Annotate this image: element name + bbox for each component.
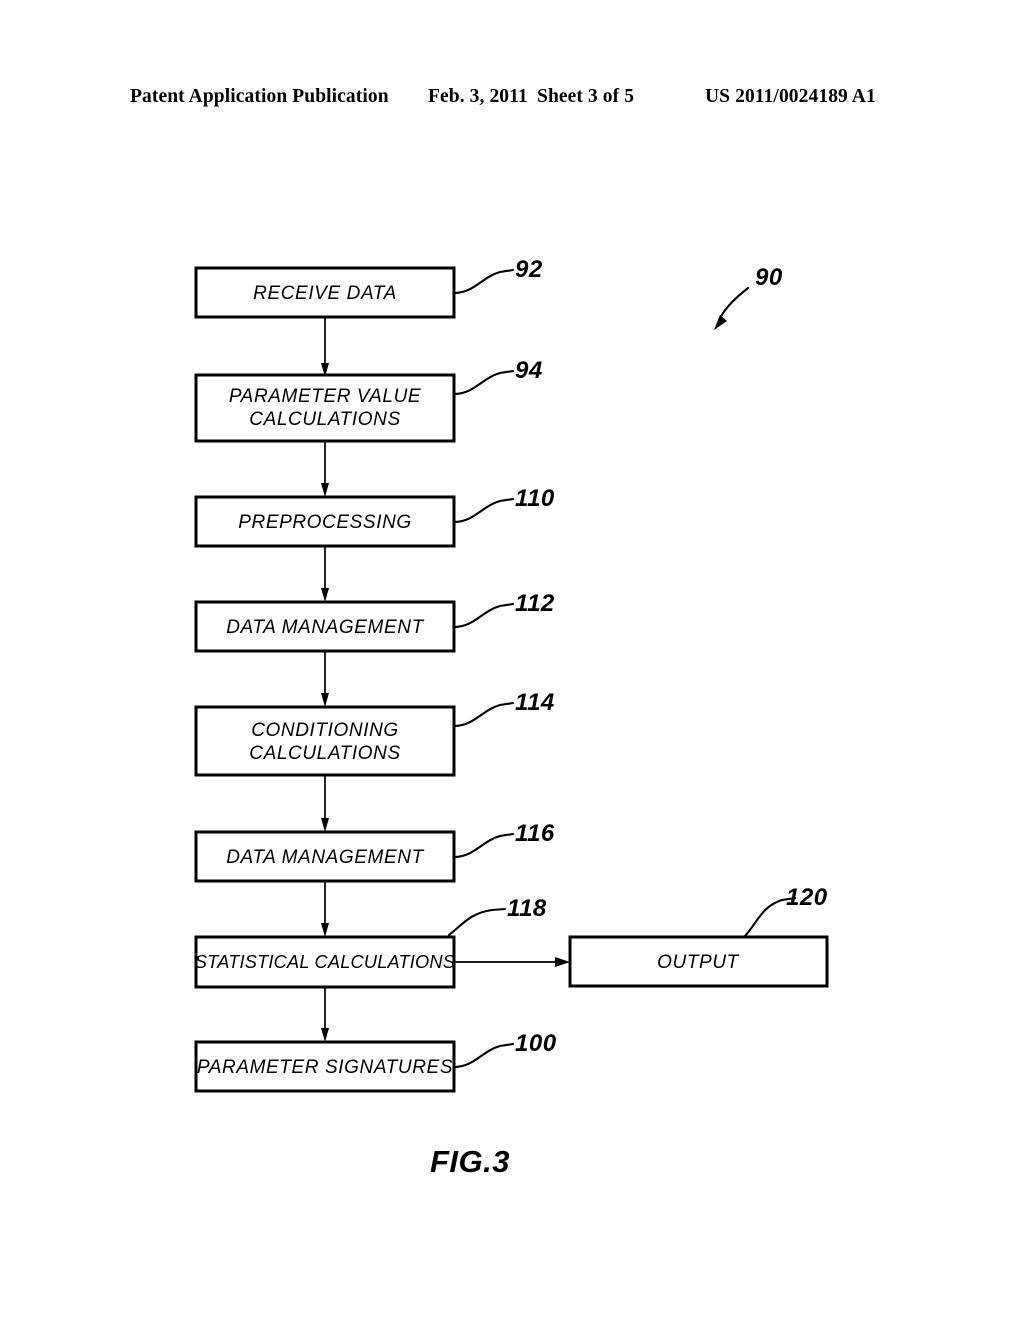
leader-dash-110 [498, 497, 515, 503]
node-preprocessing: PREPROCESSING 110 [194, 485, 555, 548]
arrowhead-signatures [321, 1028, 329, 1042]
figure-caption: FIG.3 [430, 1144, 510, 1179]
leader-line-100 [452, 1044, 502, 1069]
node-label: STATISTICAL CALCULATIONS [195, 952, 455, 972]
reference-numeral-112: 112 [515, 590, 555, 617]
leader-dash-112 [498, 602, 515, 608]
leader-line-116 [452, 834, 502, 859]
leader-line-118 [447, 908, 494, 937]
reference-numeral-110: 110 [515, 485, 555, 512]
leader-dash-116 [498, 832, 515, 838]
leader-line-114 [452, 703, 502, 728]
leader-dash-94 [498, 369, 515, 375]
reference-numeral-100: 100 [515, 1030, 557, 1057]
reference-numeral-114: 114 [515, 689, 555, 716]
leader-line-112 [452, 604, 502, 629]
node-label-line2: CALCULATIONS [249, 409, 401, 430]
arrowhead-preprocessing [321, 483, 329, 497]
leader-dash-118 [490, 907, 507, 912]
node-statistical-calculations: STATISTICAL CALCULATIONS 118 [194, 895, 547, 989]
node-label: PREPROCESSING [238, 512, 412, 533]
leader-line-92 [452, 270, 502, 295]
leader-line-94 [452, 371, 502, 396]
node-box [194, 373, 456, 443]
reference-numeral-94: 94 [515, 357, 543, 384]
node-parameter-value-calculations: PARAMETER VALUE CALCULATIONS 94 [194, 357, 543, 443]
reference-numeral-92: 92 [515, 256, 543, 283]
node-label: DATA MANAGEMENT [226, 847, 424, 868]
arrowhead-conditioning [321, 693, 329, 707]
arrowhead-statistical [321, 923, 329, 937]
leader-dash-100 [498, 1042, 515, 1048]
leader-dash-114 [498, 701, 515, 707]
node-label-line2: CALCULATIONS [249, 743, 401, 764]
node-label-line1: PARAMETER VALUE [229, 386, 421, 407]
node-label: PARAMETER SIGNATURES [197, 1057, 453, 1078]
patent-drawing-page: Patent Application Publication Feb. 3, 2… [0, 0, 1024, 1320]
leader-dash-92 [498, 268, 515, 274]
arrowhead-datamgmt2 [321, 818, 329, 832]
node-label: RECEIVE DATA [253, 283, 397, 304]
node-parameter-signatures: PARAMETER SIGNATURES 100 [194, 1030, 557, 1093]
node-data-management-1: DATA MANAGEMENT 112 [194, 590, 555, 653]
leader-line-120 [743, 898, 784, 938]
node-receive-data: RECEIVE DATA 92 [194, 256, 543, 319]
arrowhead-output [555, 957, 570, 967]
leader-arrow-90 [717, 286, 750, 322]
reference-numeral-118: 118 [507, 895, 547, 922]
reference-numeral-90: 90 [755, 264, 783, 291]
node-data-management-2: DATA MANAGEMENT 116 [194, 820, 555, 883]
arrowhead-90 [714, 315, 727, 330]
node-output: OUTPUT 120 [568, 884, 829, 988]
node-label: OUTPUT [657, 952, 739, 973]
figure-reference-callout: 90 [714, 264, 783, 330]
reference-numeral-116: 116 [515, 820, 555, 847]
arrowhead-datamgmt1 [321, 588, 329, 602]
leader-line-110 [452, 499, 502, 524]
reference-numeral-120: 120 [786, 884, 828, 911]
node-label: DATA MANAGEMENT [226, 617, 424, 638]
node-conditioning-calculations: CONDITIONING CALCULATIONS 114 [194, 689, 555, 777]
flowchart-figure: RECEIVE DATA 92 PARAMETER VALUE CALCULAT… [194, 256, 829, 1179]
node-label-line1: CONDITIONING [251, 720, 399, 741]
